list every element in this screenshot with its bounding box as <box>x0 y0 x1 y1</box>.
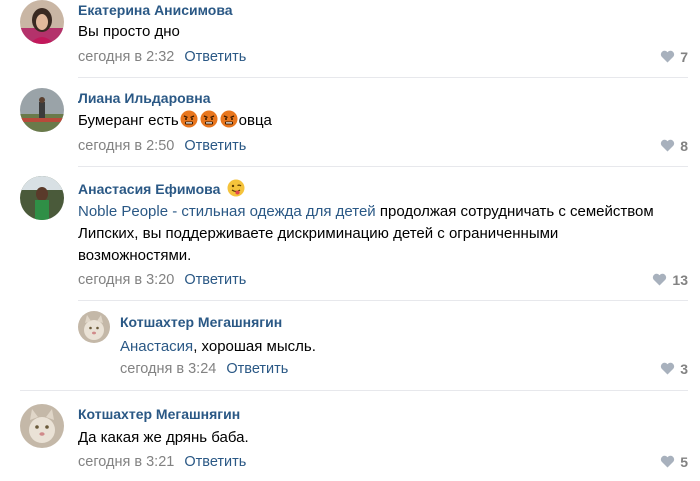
angry-face-emoji <box>200 110 218 135</box>
mention-link[interactable]: Анастасия <box>120 338 193 355</box>
comment-author: Анастасия Ефимова <box>78 179 246 200</box>
avatar[interactable] <box>20 0 64 44</box>
comment-time[interactable]: сегодня в 3:21 <box>78 454 174 470</box>
avatar[interactable] <box>20 404 64 448</box>
avatar[interactable] <box>20 88 64 132</box>
comment-text: Бумеранг есть овца <box>78 110 272 135</box>
comment-text: Анастасия, хорошая мысль. <box>120 336 316 358</box>
heart-icon <box>652 273 667 289</box>
tongue-wink-emoji <box>227 179 245 200</box>
separator <box>78 166 688 167</box>
comment-author[interactable]: Котшахтер Мегашнягин <box>78 406 240 422</box>
comment-meta: сегодня в 3:20 Ответить <box>78 272 246 288</box>
comment-time[interactable]: сегодня в 3:20 <box>78 272 174 288</box>
comment-time[interactable]: сегодня в 2:50 <box>78 138 174 154</box>
comment-body: , хорошая мысль. <box>193 338 316 355</box>
comment-author[interactable]: Екатерина Анисимова <box>78 2 233 18</box>
angry-face-emoji <box>180 110 198 135</box>
heart-icon <box>660 362 675 378</box>
reply-link[interactable]: Ответить <box>184 138 246 154</box>
like-count: 5 <box>680 454 688 470</box>
like-button[interactable]: 8 <box>660 138 688 155</box>
reply-link[interactable]: Ответить <box>184 272 246 288</box>
reply-link[interactable]: Ответить <box>226 361 288 377</box>
comment-time[interactable]: сегодня в 2:32 <box>78 49 174 65</box>
group-link[interactable]: Noble People - стильная одежда для детей <box>78 203 376 220</box>
avatar[interactable] <box>78 311 110 343</box>
comment-meta: сегодня в 2:50 Ответить <box>78 138 246 154</box>
comment-meta: сегодня в 3:21 Ответить <box>78 454 246 470</box>
like-count: 8 <box>680 138 688 154</box>
separator <box>78 77 688 78</box>
comment-meta: сегодня в 2:32 Ответить <box>78 49 246 65</box>
like-count: 13 <box>672 272 688 288</box>
comment-text: Вы просто дно <box>78 23 180 40</box>
like-button[interactable]: 13 <box>652 272 688 289</box>
reply-link[interactable]: Ответить <box>184 49 246 65</box>
reply-link[interactable]: Ответить <box>184 454 246 470</box>
like-button[interactable]: 5 <box>660 454 688 471</box>
avatar[interactable] <box>20 176 64 220</box>
comment-author[interactable]: Котшахтер Мегашнягин <box>120 314 282 330</box>
heart-icon <box>660 455 675 471</box>
comment-text-end: овца <box>238 112 272 129</box>
comment-author[interactable]: Лиана Ильдаровна <box>78 90 211 106</box>
like-count: 3 <box>680 361 688 377</box>
like-button[interactable]: 3 <box>660 361 688 378</box>
heart-icon <box>660 50 675 66</box>
comment-text-start: Бумеранг есть <box>78 112 179 129</box>
comment-text: Noble People - стильная одежда для детей… <box>78 201 658 267</box>
author-name[interactable]: Анастасия Ефимова <box>78 181 220 197</box>
comment-time[interactable]: сегодня в 3:24 <box>120 361 216 377</box>
comment-text: Да какая же дрянь баба. <box>78 429 249 446</box>
separator <box>78 300 688 301</box>
comment-meta: сегодня в 3:24 Ответить <box>120 361 288 377</box>
separator <box>20 390 688 391</box>
heart-icon <box>660 139 675 155</box>
like-count: 7 <box>680 49 688 65</box>
angry-face-emoji <box>220 110 238 135</box>
like-button[interactable]: 7 <box>660 49 688 66</box>
